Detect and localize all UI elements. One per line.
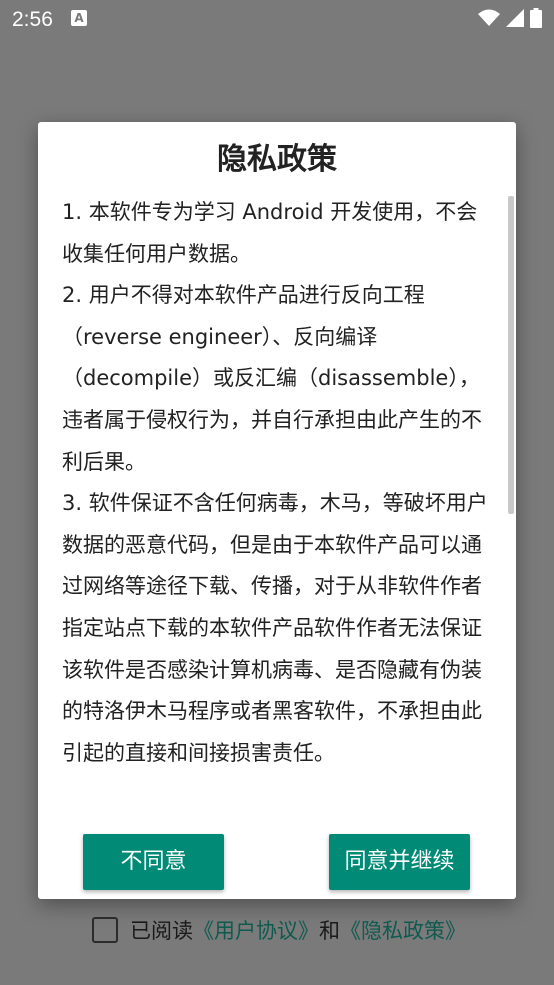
status-time: 2:56 [12,8,53,31]
disagree-button[interactable]: 不同意 [83,834,224,890]
dialog-scrollbar[interactable] [508,196,514,514]
policy-paragraph-2: 2. 用户不得对本软件产品进行反向工程（reverse engineer）、反向… [62,283,482,474]
policy-paragraph-3: 3. 软件保证不含任何病毒，木马，等破坏用户数据的恶意代码，但是由于本软件产品可… [62,491,488,765]
notification-icon: A [71,10,87,26]
status-bar: 2:56 A [0,0,554,40]
agreement-row: 已阅读 《用户协议》 和 《隐私政策》 [92,912,466,948]
agreement-checkbox[interactable] [92,917,118,943]
dialog-title: 隐私政策 [217,142,337,177]
system-icons [478,8,542,28]
agree-and-continue-button[interactable]: 同意并继续 [329,834,470,890]
dialog-body[interactable]: 1. 本软件专为学习 Android 开发使用，不会收集任何用户数据。 2. 用… [62,192,492,812]
battery-icon [530,8,542,28]
wifi-icon [478,9,500,26]
agreement-and: 和 [319,919,340,943]
agreement-prefix: 已阅读 [130,919,193,943]
policy-paragraph-1: 1. 本软件专为学习 Android 开发使用，不会收集任何用户数据。 [62,200,478,266]
cellular-signal-icon [506,9,524,27]
agreement-text: 已阅读 《用户协议》 和 《隐私政策》 [130,915,466,945]
user-agreement-link[interactable]: 《用户协议》 [193,915,319,945]
privacy-policy-link[interactable]: 《隐私政策》 [340,915,466,945]
